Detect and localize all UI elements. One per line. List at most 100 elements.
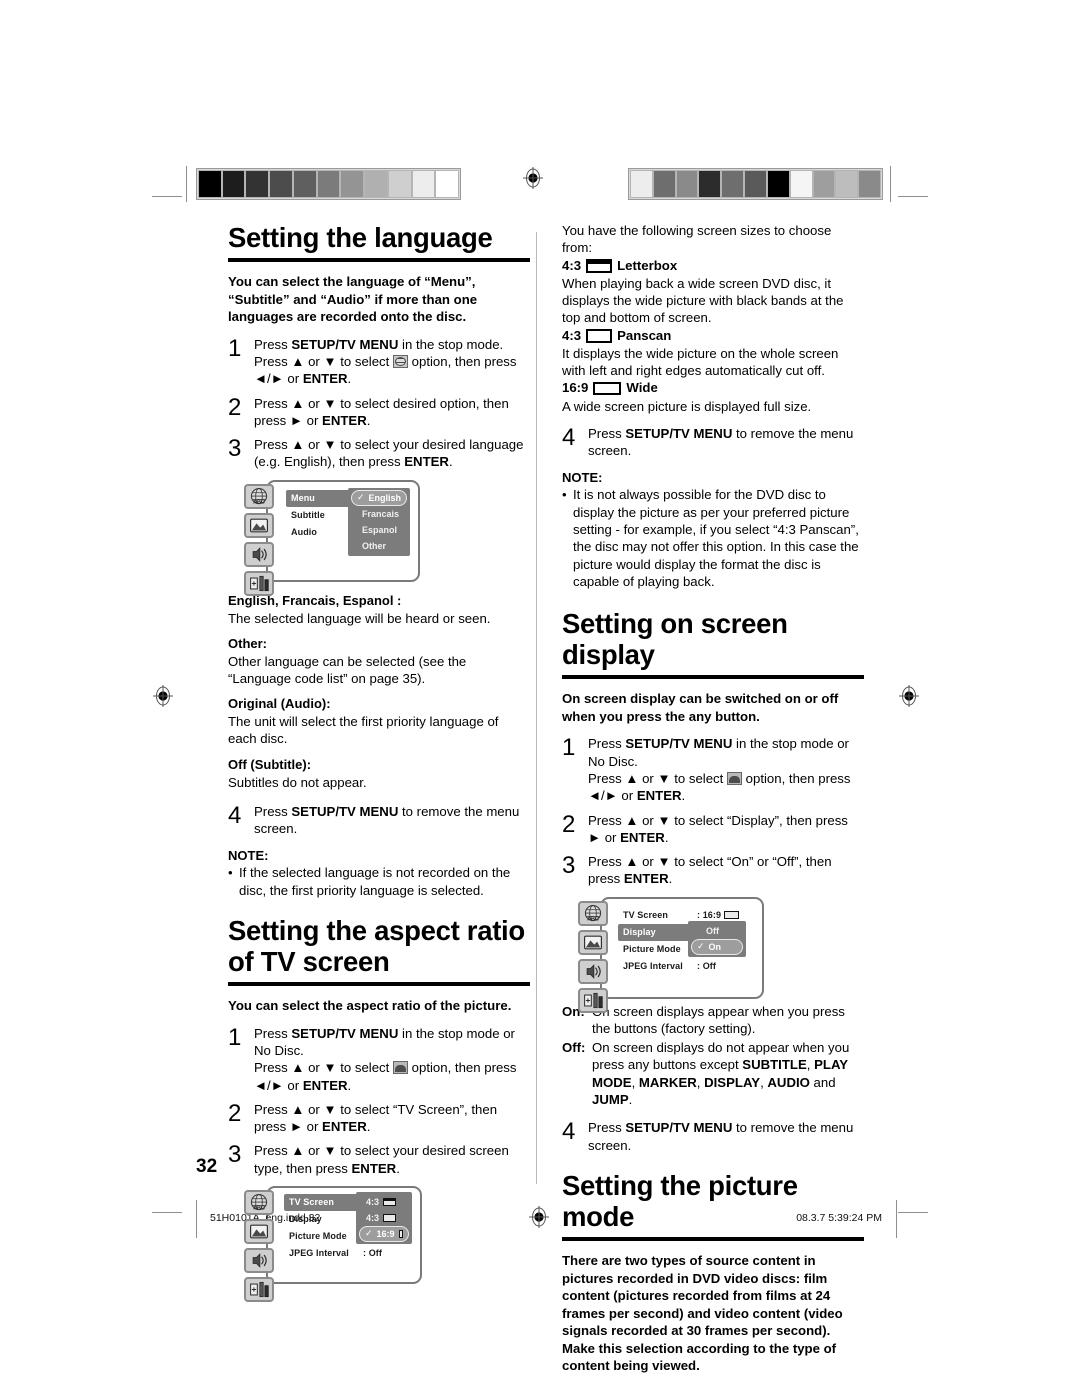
osd-row-jpeg-interval[interactable]: JPEG Interval : Off bbox=[618, 958, 758, 975]
audio-icon[interactable] bbox=[578, 958, 608, 984]
button-name-display: DISPLAY bbox=[704, 1074, 761, 1090]
aspect-ratio-label: 16:9 bbox=[562, 380, 589, 396]
settings-icon[interactable] bbox=[244, 570, 274, 596]
calibration-swatch bbox=[630, 170, 653, 198]
osd-option-label: Other bbox=[362, 540, 387, 551]
step-text-part: Press bbox=[588, 1120, 626, 1136]
section-rule bbox=[228, 982, 530, 987]
step-item: 4 Press SETUP/TV MENU to remove the menu… bbox=[228, 803, 530, 838]
osd-row-label: Picture Mode bbox=[289, 1231, 347, 1242]
globe-icon[interactable]: ABC bbox=[578, 900, 608, 926]
button-name-audio: AUDIO bbox=[767, 1074, 810, 1090]
aspect-mode-desc: When playing back a wide screen DVD disc… bbox=[562, 275, 844, 326]
definition-term: Other: bbox=[228, 635, 267, 651]
osd-row-label: JPEG Interval bbox=[623, 961, 683, 972]
note-item: • It is not always possible for the DVD … bbox=[562, 486, 864, 590]
calibration-swatch bbox=[340, 170, 365, 198]
language-definitions: English, Francais, Espanol : The selecte… bbox=[228, 593, 530, 791]
step-text-part: Press ▲ or ▼ to select bbox=[254, 353, 393, 369]
step-text-bold: SETUP/TV MENU bbox=[291, 1025, 399, 1041]
section-rule bbox=[228, 258, 530, 263]
svg-text:ABC: ABC bbox=[253, 499, 265, 505]
step-text: Press SETUP/TV MENU to remove the menu s… bbox=[588, 425, 864, 460]
osd-option-43-panscan[interactable]: 4:3 bbox=[356, 1210, 412, 1226]
step-item: 3 Press ▲ or ▼ to select your desired la… bbox=[228, 436, 530, 471]
osd-off-text: , bbox=[806, 1057, 815, 1073]
step-item: 2 Press ▲ or ▼ to select “Display”, then… bbox=[562, 812, 864, 847]
osd-row-subtitle[interactable]: Subtitle bbox=[286, 507, 348, 524]
calibration-swatch bbox=[411, 170, 436, 198]
note-text: If the selected language is not recorded… bbox=[239, 865, 511, 898]
button-name-marker: MARKER bbox=[638, 1074, 697, 1090]
step-number: 1 bbox=[562, 734, 576, 762]
step-text-bold: ENTER bbox=[302, 1077, 348, 1093]
button-name-subtitle: SUBTITLE bbox=[742, 1057, 807, 1073]
osd-option-169-wide[interactable]: ✓ 16:9 bbox=[359, 1225, 409, 1242]
step-text: Press ▲ or ▼ to select desired option, t… bbox=[254, 395, 530, 430]
settings-icon[interactable] bbox=[578, 987, 608, 1013]
step-text: Press SETUP/TV MENU to remove the menu s… bbox=[254, 803, 530, 838]
page-title-setting-the-aspect-ratio: Setting the aspect ratio of TV screen bbox=[228, 915, 525, 978]
osd-language-popup: ✓ English Francais Espanol Other bbox=[348, 487, 410, 556]
osd-row-label: Audio bbox=[291, 527, 317, 538]
step-text-part: . bbox=[347, 371, 352, 387]
globe-icon bbox=[392, 354, 408, 368]
globe-icon[interactable]: ABC bbox=[244, 483, 274, 509]
osd-option-off[interactable]: Off bbox=[688, 923, 746, 939]
step-text: Press SETUP/TV MENU in the stop mode or … bbox=[588, 735, 864, 804]
step-item: 4 Press SETUP/TV MENU to remove the menu… bbox=[562, 1119, 864, 1154]
osd-off-text: . bbox=[628, 1092, 633, 1108]
calibration-swatch bbox=[698, 170, 722, 198]
audio-icon[interactable] bbox=[244, 1247, 274, 1273]
step-text-part: . bbox=[448, 454, 453, 470]
osd-row-label: Display bbox=[289, 1214, 322, 1225]
step-text-part: . bbox=[664, 829, 669, 845]
step-text-part: . bbox=[681, 788, 686, 804]
osd-off-text: , bbox=[696, 1074, 705, 1090]
aspect-mode-wide-heading: 16:9 Wide bbox=[562, 379, 864, 397]
osd-option-english[interactable]: ✓ English bbox=[351, 489, 407, 506]
section-lead-picture-mode: There are two types of source content in… bbox=[562, 1253, 843, 1374]
ratio-169-wide-icon bbox=[398, 1229, 403, 1238]
osd-row-audio[interactable]: Audio bbox=[286, 524, 348, 541]
definition-desc: The selected language will be heard or s… bbox=[228, 610, 491, 626]
registration-mark-top bbox=[522, 167, 544, 189]
osd-row-menu[interactable]: Menu bbox=[286, 489, 353, 507]
osd-option-label: English bbox=[368, 492, 402, 503]
tv-picture-icon[interactable] bbox=[578, 929, 608, 955]
audio-icon[interactable] bbox=[244, 541, 274, 567]
svg-text:ABC: ABC bbox=[253, 1206, 265, 1212]
step-text: Press ▲ or ▼ to select your desired lang… bbox=[254, 436, 530, 471]
ratio-43-letterbox-icon bbox=[586, 258, 613, 273]
step-text-part: Press bbox=[254, 803, 292, 819]
calibration-bar-left bbox=[196, 168, 461, 200]
tv-picture-icon[interactable] bbox=[244, 1218, 274, 1244]
manual-page: Setting the language You can select the … bbox=[0, 0, 1080, 1397]
calibration-swatch bbox=[652, 170, 676, 198]
osd-row-jpeg-interval[interactable]: JPEG Interval : Off bbox=[284, 1245, 412, 1262]
section-rule bbox=[562, 675, 864, 680]
button-name-jump: JUMP bbox=[592, 1092, 629, 1108]
osd-row-value: : Off bbox=[697, 961, 716, 972]
tv-picture-icon[interactable] bbox=[244, 512, 274, 538]
step-number: 3 bbox=[228, 1141, 242, 1169]
osd-option-on[interactable]: ✓ On bbox=[691, 938, 743, 955]
footer-divider-left bbox=[196, 1200, 197, 1238]
osd-option-other[interactable]: Other bbox=[348, 538, 410, 554]
bar-tick-left bbox=[186, 166, 187, 202]
osd-icon-rail: ABC bbox=[244, 483, 274, 596]
osd-option-43-letterbox[interactable]: 4:3 bbox=[356, 1194, 412, 1210]
ratio-43-panscan-icon bbox=[586, 328, 613, 343]
page-number: 32 bbox=[196, 1156, 218, 1177]
osd-row-label: Menu bbox=[291, 493, 315, 504]
settings-icon[interactable] bbox=[244, 1276, 274, 1302]
osd-option-espanol[interactable]: Espanol bbox=[348, 522, 410, 538]
crop-mark-top-left bbox=[152, 196, 182, 197]
osd-language-menu: ABC Menu Subtitle Audio ✓ English Franca… bbox=[244, 479, 530, 596]
osd-row-display[interactable]: Display bbox=[618, 923, 693, 941]
globe-icon[interactable]: ABC bbox=[244, 1189, 274, 1215]
step-text: Press ▲ or ▼ to select your desired scre… bbox=[254, 1142, 530, 1177]
check-icon: ✓ bbox=[697, 941, 705, 952]
osd-option-francais[interactable]: Francais bbox=[348, 506, 410, 522]
calibration-swatch bbox=[744, 170, 767, 198]
